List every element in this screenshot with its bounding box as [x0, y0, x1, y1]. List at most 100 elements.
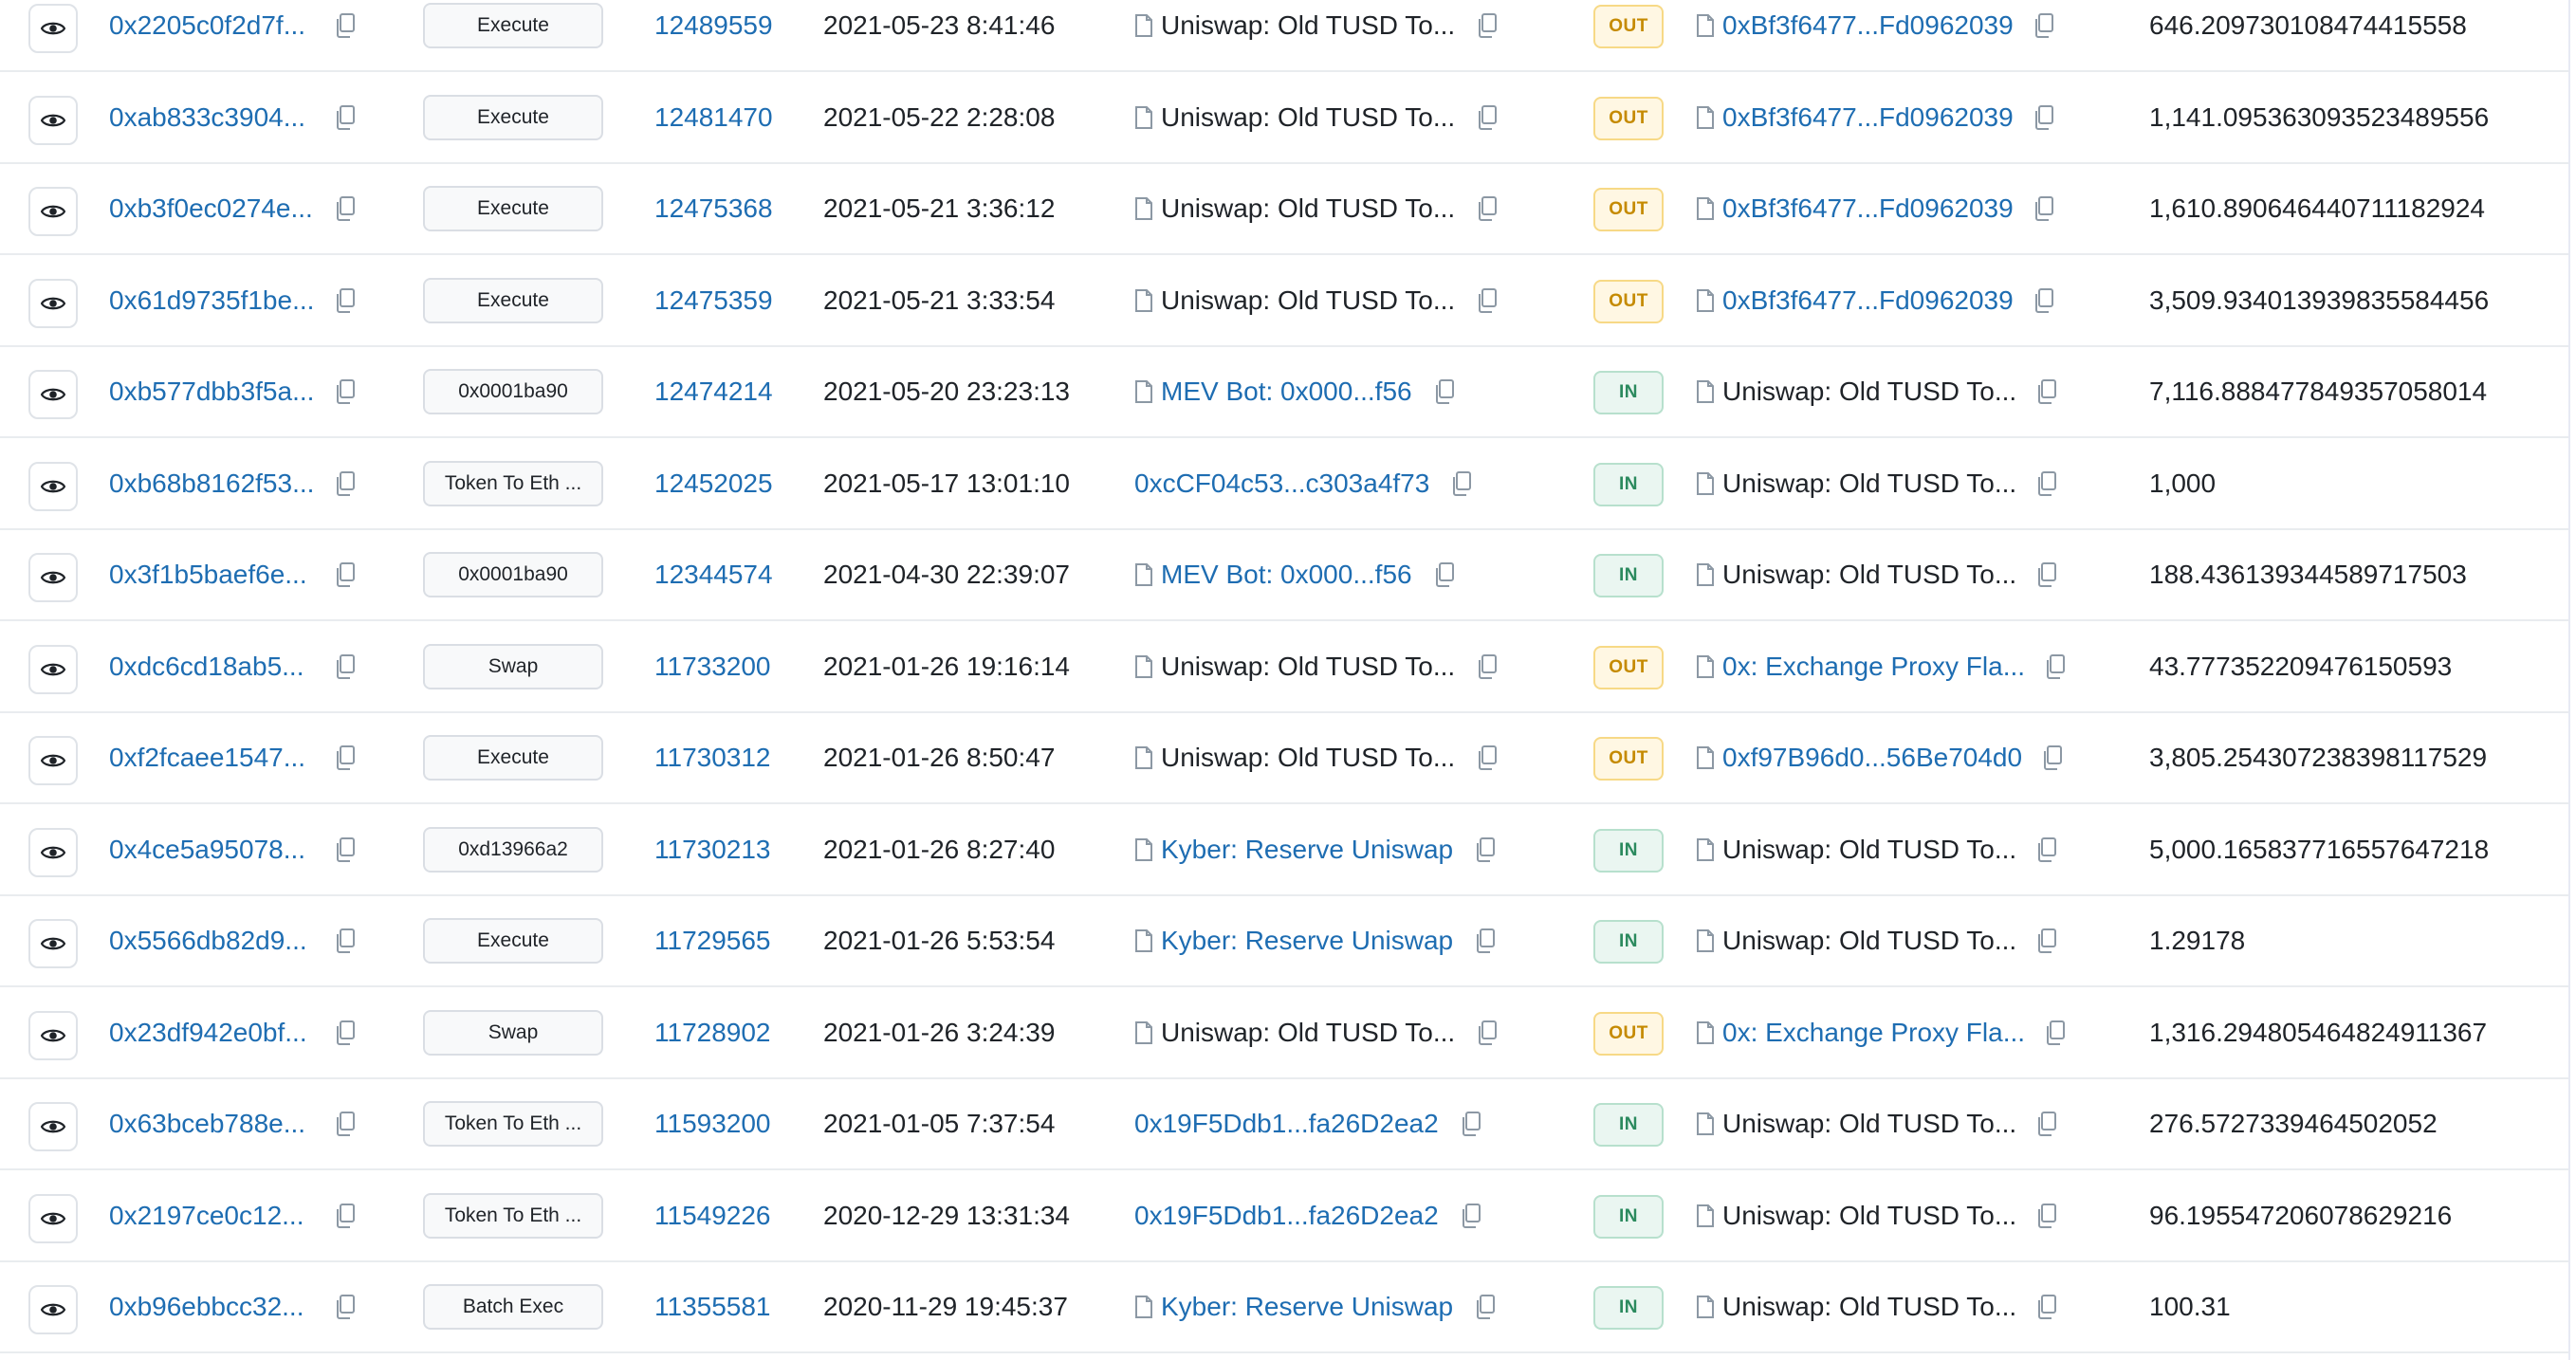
from-address[interactable]: MEV Bot: 0x000...f56 [1161, 560, 1412, 590]
block-link[interactable]: 12475359 [654, 285, 773, 316]
txn-hash-link[interactable]: 0x2205c0f2d7f... [109, 10, 305, 41]
block-link[interactable]: 12452025 [654, 469, 773, 499]
block-link[interactable]: 12344574 [654, 560, 773, 590]
copy-icon[interactable] [1460, 1203, 1482, 1229]
copy-icon[interactable] [1476, 195, 1499, 222]
copy-icon[interactable] [2041, 744, 2064, 771]
from-address[interactable]: Kyber: Reserve Uniswap [1161, 835, 1453, 865]
to-address[interactable]: 0xBf3f6477...Fd0962039 [1722, 193, 2014, 224]
from-address[interactable]: Kyber: Reserve Uniswap [1161, 1292, 1453, 1322]
view-details-button[interactable] [28, 1102, 78, 1151]
copy-icon[interactable] [334, 470, 357, 497]
block-link[interactable]: 12481470 [654, 102, 773, 133]
view-details-button[interactable] [28, 919, 78, 968]
block-link[interactable]: 11733200 [654, 652, 771, 682]
copy-icon[interactable] [334, 104, 357, 131]
txn-hash-link[interactable]: 0x63bceb788e... [109, 1109, 305, 1139]
to-address[interactable]: 0xBf3f6477...Fd0962039 [1722, 10, 2014, 41]
copy-icon[interactable] [2035, 928, 2058, 954]
block-link[interactable]: 12474214 [654, 377, 773, 407]
copy-icon[interactable] [334, 378, 357, 405]
block-link[interactable]: 12489559 [654, 10, 773, 41]
copy-icon[interactable] [1476, 104, 1499, 131]
copy-icon[interactable] [2044, 653, 2067, 680]
copy-icon[interactable] [334, 928, 357, 954]
view-details-button[interactable] [28, 187, 78, 236]
copy-icon[interactable] [334, 12, 357, 39]
copy-icon[interactable] [334, 653, 357, 680]
copy-icon[interactable] [2035, 1203, 2058, 1229]
txn-hash-link[interactable]: 0xf2fcaee1547... [109, 743, 305, 773]
from-address[interactable]: MEV Bot: 0x000...f56 [1161, 377, 1412, 407]
txn-hash-link[interactable]: 0xab833c3904... [109, 102, 305, 133]
from-address[interactable]: 0x19F5Ddb1...fa26D2ea2 [1134, 1201, 1439, 1231]
copy-icon[interactable] [2035, 1294, 2058, 1320]
view-details-button[interactable] [28, 278, 78, 328]
copy-icon[interactable] [334, 561, 357, 588]
from-address[interactable]: Kyber: Reserve Uniswap [1161, 926, 1453, 956]
block-link[interactable]: 11355581 [654, 1292, 771, 1322]
view-details-button[interactable] [28, 644, 78, 694]
txn-hash-link[interactable]: 0xb96ebbcc32... [109, 1292, 304, 1322]
block-link[interactable]: 11549226 [654, 1201, 771, 1231]
copy-icon[interactable] [1433, 561, 1456, 588]
to-address[interactable]: 0xf97B96d0...56Be704d0 [1722, 743, 2022, 773]
txn-hash-link[interactable]: 0xb68b8162f53... [109, 469, 314, 499]
block-link[interactable]: 11730312 [654, 743, 771, 773]
txn-hash-link[interactable]: 0x61d9735f1be... [109, 285, 314, 316]
copy-icon[interactable] [1476, 1020, 1499, 1046]
copy-icon[interactable] [2033, 12, 2055, 39]
copy-icon[interactable] [2035, 470, 2058, 497]
from-address[interactable]: 0xcCF04c53...c303a4f73 [1134, 469, 1429, 499]
copy-icon[interactable] [1474, 836, 1497, 863]
txn-hash-link[interactable]: 0xdc6cd18ab5... [109, 652, 304, 682]
copy-icon[interactable] [2033, 287, 2055, 314]
to-address[interactable]: 0xBf3f6477...Fd0962039 [1722, 102, 2014, 133]
copy-icon[interactable] [334, 836, 357, 863]
txn-hash-link[interactable]: 0x2197ce0c12... [109, 1201, 304, 1231]
copy-icon[interactable] [1474, 928, 1497, 954]
to-address[interactable]: 0xBf3f6477...Fd0962039 [1722, 285, 2014, 316]
from-address[interactable]: 0x19F5Ddb1...fa26D2ea2 [1134, 1109, 1439, 1139]
copy-icon[interactable] [334, 744, 357, 771]
view-details-button[interactable] [28, 553, 78, 602]
copy-icon[interactable] [2035, 378, 2058, 405]
view-details-button[interactable] [28, 95, 78, 145]
txn-hash-link[interactable]: 0x4ce5a95078... [109, 835, 305, 865]
copy-icon[interactable] [1476, 287, 1499, 314]
view-details-button[interactable] [28, 461, 78, 511]
block-link[interactable]: 11729565 [654, 926, 771, 956]
copy-icon[interactable] [2044, 1020, 2067, 1046]
block-link[interactable]: 12475368 [654, 193, 773, 224]
to-address[interactable]: 0x: Exchange Proxy Fla... [1722, 652, 2025, 682]
block-link[interactable]: 11730213 [654, 835, 771, 865]
txn-hash-link[interactable]: 0x5566db82d9... [109, 926, 307, 956]
view-details-button[interactable] [28, 1193, 78, 1243]
view-details-button[interactable] [28, 1285, 78, 1334]
view-details-button[interactable] [28, 827, 78, 877]
copy-icon[interactable] [2033, 104, 2055, 131]
txn-hash-link[interactable]: 0xb3f0ec0274e... [109, 193, 313, 224]
copy-icon[interactable] [334, 1294, 357, 1320]
copy-icon[interactable] [334, 195, 357, 222]
copy-icon[interactable] [2035, 561, 2058, 588]
to-address[interactable]: 0x: Exchange Proxy Fla... [1722, 1018, 2025, 1048]
copy-icon[interactable] [2035, 836, 2058, 863]
copy-icon[interactable] [1476, 12, 1499, 39]
txn-hash-link[interactable]: 0x3f1b5baef6e... [109, 560, 307, 590]
block-link[interactable]: 11728902 [654, 1018, 771, 1048]
copy-icon[interactable] [334, 287, 357, 314]
copy-icon[interactable] [334, 1111, 357, 1137]
view-details-button[interactable] [28, 4, 78, 53]
copy-icon[interactable] [2033, 195, 2055, 222]
copy-icon[interactable] [334, 1203, 357, 1229]
copy-icon[interactable] [2035, 1111, 2058, 1137]
copy-icon[interactable] [1460, 1111, 1482, 1137]
copy-icon[interactable] [1476, 653, 1499, 680]
copy-icon[interactable] [1450, 470, 1473, 497]
copy-icon[interactable] [334, 1020, 357, 1046]
txn-hash-link[interactable]: 0x23df942e0bf... [109, 1018, 307, 1048]
copy-icon[interactable] [1474, 1294, 1497, 1320]
view-details-button[interactable] [28, 370, 78, 419]
copy-icon[interactable] [1476, 744, 1499, 771]
